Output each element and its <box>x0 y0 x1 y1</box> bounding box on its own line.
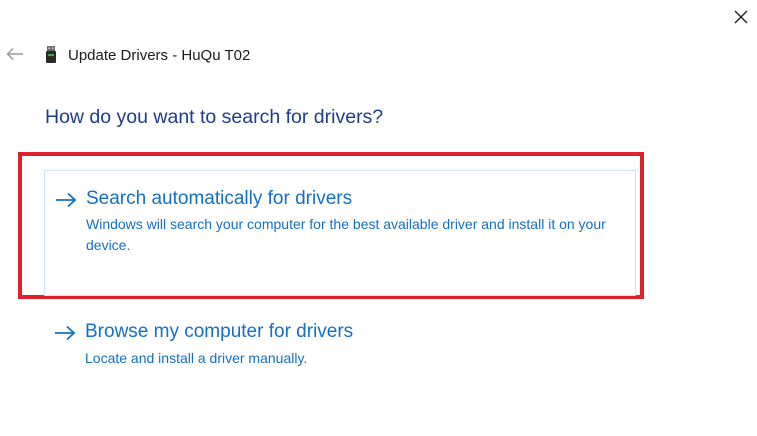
arrow-right-icon <box>55 191 77 209</box>
option-description: Windows will search your computer for th… <box>86 216 606 253</box>
option-title: Browse my computer for drivers <box>85 321 354 342</box>
usb-device-icon <box>44 46 58 64</box>
update-drivers-window: Update Drivers - HuQu T02 How do you wan… <box>0 0 757 436</box>
close-button[interactable] <box>730 6 752 28</box>
close-icon <box>734 10 748 24</box>
arrow-right-icon <box>54 324 76 342</box>
option-description: Locate and install a driver manually. <box>85 350 308 366</box>
back-button[interactable] <box>5 44 25 64</box>
browse-computer-option[interactable]: Browse my computer for drivers Locate an… <box>44 316 636 378</box>
search-automatically-option[interactable]: Search automatically for drivers Windows… <box>44 170 636 296</box>
back-arrow-icon <box>6 48 23 60</box>
option-title: Search automatically for drivers <box>86 188 353 209</box>
title-bar: Update Drivers - HuQu T02 <box>44 45 250 65</box>
page-heading: How do you want to search for drivers? <box>45 106 384 128</box>
window-title: Update Drivers - HuQu T02 <box>68 46 251 64</box>
